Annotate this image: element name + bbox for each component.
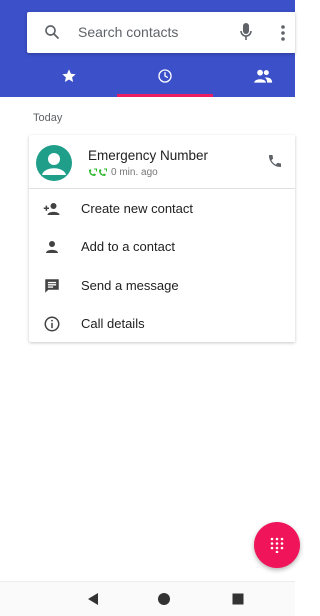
phone-icon[interactable] (267, 153, 283, 169)
clock-icon (158, 69, 172, 83)
system-nav-bar (0, 581, 295, 616)
person-add-icon (43, 203, 60, 215)
avatar (36, 145, 72, 181)
info-icon (44, 316, 60, 332)
app-bar: Search contacts (0, 0, 295, 97)
send-message-button[interactable]: Send a message (29, 267, 295, 305)
more-vert-icon[interactable] (279, 23, 287, 43)
action-label: Call details (81, 316, 145, 331)
tab-recents[interactable] (130, 60, 200, 97)
back-icon[interactable] (87, 593, 99, 605)
search-input[interactable]: Search contacts (78, 24, 178, 40)
call-log-card: Emergency Number 0 min. ago Create new c… (29, 135, 295, 342)
contact-name: Emergency Number (88, 148, 209, 163)
people-icon (254, 69, 273, 83)
action-label: Create new contact (81, 201, 194, 216)
add-to-contact-button[interactable]: Add to a contact (29, 228, 295, 266)
action-label: Send a message (81, 278, 179, 293)
call-log-entry[interactable]: Emergency Number 0 min. ago (29, 135, 295, 188)
home-icon[interactable] (157, 592, 171, 606)
section-header: Today (33, 112, 63, 124)
dialpad-icon (270, 537, 284, 553)
call-info: 0 min. ago (88, 167, 158, 178)
person-icon (46, 241, 58, 253)
tab-contacts[interactable] (228, 60, 298, 97)
outgoing-call-icon (89, 168, 107, 176)
recents-icon[interactable] (232, 593, 244, 605)
action-label: Add to a contact (81, 239, 175, 254)
call-time: 0 min. ago (111, 167, 158, 178)
search-icon[interactable] (43, 23, 61, 41)
dialpad-fab[interactable] (254, 522, 300, 568)
person-avatar-icon (42, 153, 66, 175)
message-icon (45, 279, 59, 293)
divider (29, 188, 295, 189)
call-details-button[interactable]: Call details (29, 305, 295, 343)
tab-favorites[interactable] (34, 60, 104, 97)
create-new-contact-button[interactable]: Create new contact (29, 190, 295, 228)
star-icon (62, 69, 76, 82)
selected-tab-indicator (117, 94, 213, 97)
search-bar[interactable]: Search contacts (27, 12, 295, 53)
mic-icon[interactable] (239, 22, 253, 42)
